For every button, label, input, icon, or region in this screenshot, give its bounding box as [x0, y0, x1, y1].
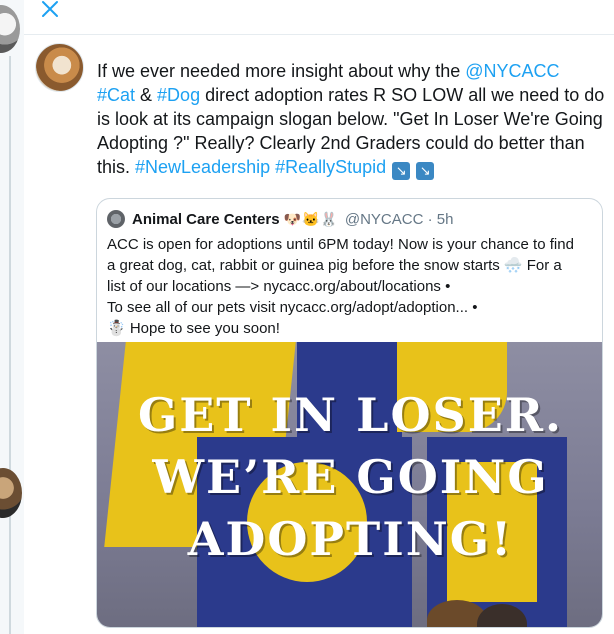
hashtag-link[interactable]: #Cat: [97, 85, 135, 105]
quoted-line: ☃️ Hope to see you soon!: [107, 320, 280, 337]
arrow-down-right-icon: ↘: [392, 162, 411, 180]
background-avatar: [0, 468, 22, 518]
tweet-text: If we ever needed more insight about why…: [97, 59, 605, 180]
avatar[interactable]: [35, 43, 84, 92]
quoted-line: To see all of our pets visit nycacc.org/…: [107, 299, 478, 316]
close-button[interactable]: [37, 0, 63, 22]
quoted-handle-time: @NYCACC · 5h: [344, 210, 454, 228]
hashtag-link[interactable]: #Dog: [157, 85, 200, 105]
divider: [24, 34, 614, 35]
media-caption-line: WE’RE GOING: [152, 450, 549, 504]
quoted-author-name[interactable]: Animal Care Centers: [132, 211, 280, 228]
animal-emojis: 🐶🐱🐰: [283, 210, 339, 227]
background-avatar: [0, 5, 20, 53]
tweet-text-segment: &: [135, 85, 158, 105]
quoted-tweet-header: Animal Care Centers 🐶🐱🐰 @NYCACC · 5h: [107, 209, 453, 229]
media-caption-line: GET IN LOSER.: [137, 388, 564, 442]
quoted-line: ACC is open for adoptions until 6PM toda…: [107, 236, 574, 253]
quoted-line: list of our locations —> nycacc.org/abou…: [107, 278, 451, 295]
hashtag-link[interactable]: #ReallyStupid: [275, 157, 386, 177]
arrow-down-right-icon: ↘: [416, 162, 435, 180]
mention-link[interactable]: @NYCACC: [465, 61, 559, 81]
background-timeline-strip: [0, 0, 24, 634]
quoted-media-image[interactable]: GET IN LOSER. WE’RE GOING ADOPTING!: [97, 342, 602, 627]
tweet-text-segment: If we ever needed more insight about why…: [97, 61, 466, 81]
quoted-tweet-card[interactable]: Animal Care Centers 🐶🐱🐰 @NYCACC · 5h ACC…: [96, 198, 603, 628]
thread-line: [9, 56, 11, 634]
close-icon: [42, 1, 58, 17]
hashtag-link[interactable]: #NewLeadership: [135, 157, 270, 177]
quoted-line: a great dog, cat, rabbit or guinea pig b…: [107, 257, 562, 274]
quoted-avatar[interactable]: [107, 210, 125, 228]
media-caption-line: ADOPTING!: [187, 512, 514, 566]
quoted-tweet-body: ACC is open for adoptions until 6PM toda…: [107, 234, 597, 339]
